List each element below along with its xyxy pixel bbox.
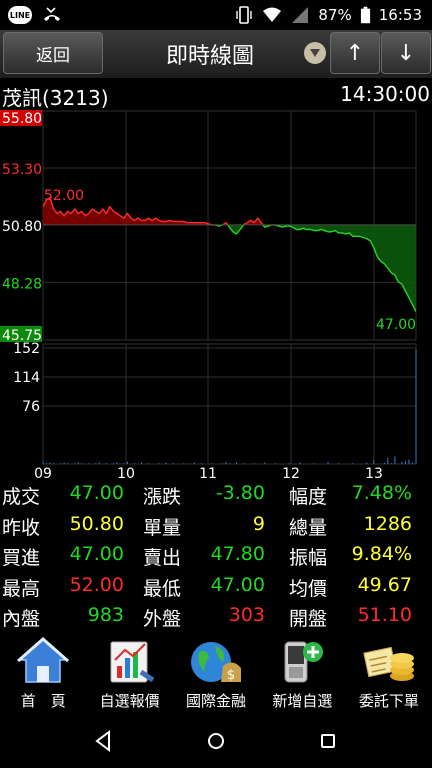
quote-label: 內盤: [2, 608, 41, 630]
volume-axis-label: 114: [13, 370, 40, 386]
nav-label: 首 頁: [20, 692, 66, 710]
quote-value: 49.67: [357, 573, 412, 596]
quote-label: 幅度: [289, 486, 328, 508]
quote-label: 成交: [2, 486, 41, 508]
dropdown-icon[interactable]: [304, 42, 326, 64]
wifi-icon: [263, 7, 282, 22]
recents-square-icon[interactable]: [313, 726, 343, 756]
nav-label: 委託下單: [358, 692, 419, 710]
quote-label: 總量: [289, 516, 328, 539]
quote-row: 最高 52.00 最低 47.00 均價 49.67: [0, 572, 432, 603]
quote-table: 成交 47.00 漲跌 -3.80 幅度 7.48% 昨收 50.80 單量 9 總量 1286 買進 4…: [0, 480, 432, 633]
svg-text:$: $: [227, 668, 235, 683]
quote-row: 內盤 983 外盤 303 開盤 51.10: [0, 602, 432, 633]
quote-value: 9: [252, 512, 265, 535]
quote-value: 47.00: [69, 543, 124, 565]
quote-label: 昨收: [2, 516, 41, 539]
quote-label: 買進: [2, 547, 41, 569]
time-axis-label: 11: [199, 466, 217, 480]
nav-item-phone-add[interactable]: 新增自選: [259, 632, 345, 714]
volume-panel-frame: [42, 343, 417, 465]
signal-icon: [292, 7, 309, 23]
nav-label: 自選報價: [99, 692, 160, 710]
high-price-annotation: 52.00: [44, 188, 84, 204]
quote-value: 50.80: [69, 512, 124, 535]
battery-percent: 87%: [318, 6, 352, 24]
nav-item-home[interactable]: 首 頁: [0, 632, 86, 714]
time-axis-label: 10: [117, 466, 135, 480]
low-price-annotation: 47.00: [376, 317, 416, 333]
line-app-icon: LINE: [8, 6, 32, 24]
quote-label: 外盤: [143, 608, 182, 630]
page-title: 即時線圖: [165, 44, 254, 69]
quote-row: 昨收 50.80 單量 9 總量 1286: [0, 511, 432, 542]
status-bar: LINE 87% 16:53: [0, 0, 432, 30]
watchlist-chart-icon: [101, 636, 159, 686]
time-axis-label: 12: [282, 466, 300, 480]
price-axis-label: 55.80: [2, 111, 42, 127]
quote-label: 賣出: [143, 547, 182, 569]
volume-axis-label: 152: [13, 341, 40, 357]
nav-item-coins-order[interactable]: 委託下單: [346, 632, 432, 714]
quote-value: 7.48%: [351, 482, 412, 504]
quote-row: 買進 47.00 賣出 47.80 振幅 9.84%: [0, 541, 432, 572]
quote-value: 51.10: [357, 604, 412, 626]
coins-order-icon: [360, 636, 418, 686]
quote-label: 最低: [143, 577, 182, 600]
quote-label: 均價: [289, 577, 328, 600]
home-circle-icon[interactable]: [201, 726, 231, 756]
quote-label: 單量: [143, 516, 182, 539]
arrow-down-icon: ↓: [396, 40, 416, 66]
next-stock-button[interactable]: ↓: [381, 32, 431, 74]
price-axis-label: 48.28: [2, 276, 42, 292]
nav-item-globe-money[interactable]: $ 國際金融: [173, 632, 259, 714]
stock-name: 茂訊(3213): [2, 86, 109, 110]
title-bar: 返回 即時線圖 ↑ ↓: [0, 30, 432, 78]
system-nav-bar: [0, 714, 432, 768]
quote-label: 振幅: [289, 547, 328, 569]
time-axis-label: 09: [34, 466, 52, 480]
quote-value: 983: [87, 604, 124, 626]
previous-stock-button[interactable]: ↑: [330, 32, 380, 74]
time-axis-label: 13: [365, 466, 383, 480]
arrow-up-icon: ↑: [345, 40, 365, 66]
quote-label: 開盤: [289, 608, 328, 630]
phone-add-icon: [273, 636, 331, 686]
nav-label: 新增自選: [272, 692, 333, 710]
quote-value: 47.00: [210, 573, 265, 596]
missed-call-icon: [44, 7, 60, 21]
clock: 16:53: [378, 6, 422, 24]
quote-value: 9.84%: [351, 543, 412, 565]
quote-time: 14:30:00: [340, 82, 430, 106]
quote-label: 漲跌: [143, 486, 182, 508]
battery-icon: [360, 6, 370, 24]
price-area-up: [43, 197, 416, 225]
quote-value: 52.00: [69, 573, 124, 596]
vibrate-icon: [236, 6, 253, 24]
quote-value: 1286: [363, 512, 412, 535]
quote-value: -3.80: [215, 482, 265, 504]
quote-value: 303: [228, 604, 265, 626]
quote-row: 成交 47.00 漲跌 -3.80 幅度 7.48%: [0, 480, 432, 511]
volume-axis-label: 76: [22, 399, 40, 415]
globe-money-icon: $: [187, 636, 245, 686]
nav-item-watchlist-chart[interactable]: 自選報價: [86, 632, 172, 714]
quote-value: 47.80: [210, 543, 265, 565]
nav-label: 國際金融: [186, 692, 247, 710]
back-button[interactable]: 返回: [3, 32, 103, 74]
quote-value: 47.00: [69, 482, 124, 504]
home-icon: [14, 636, 72, 686]
price-axis-label: 53.30: [2, 162, 42, 178]
back-triangle-icon[interactable]: [88, 726, 118, 756]
bottom-nav: 首 頁 自選報價 $ 國際金融 新增自選 委託下單: [0, 632, 432, 714]
quote-label: 最高: [2, 577, 41, 600]
price-axis-label: 50.80: [2, 219, 42, 235]
intraday-chart: 55.8053.3050.8048.2845.7552.0047.0015211…: [0, 110, 417, 480]
